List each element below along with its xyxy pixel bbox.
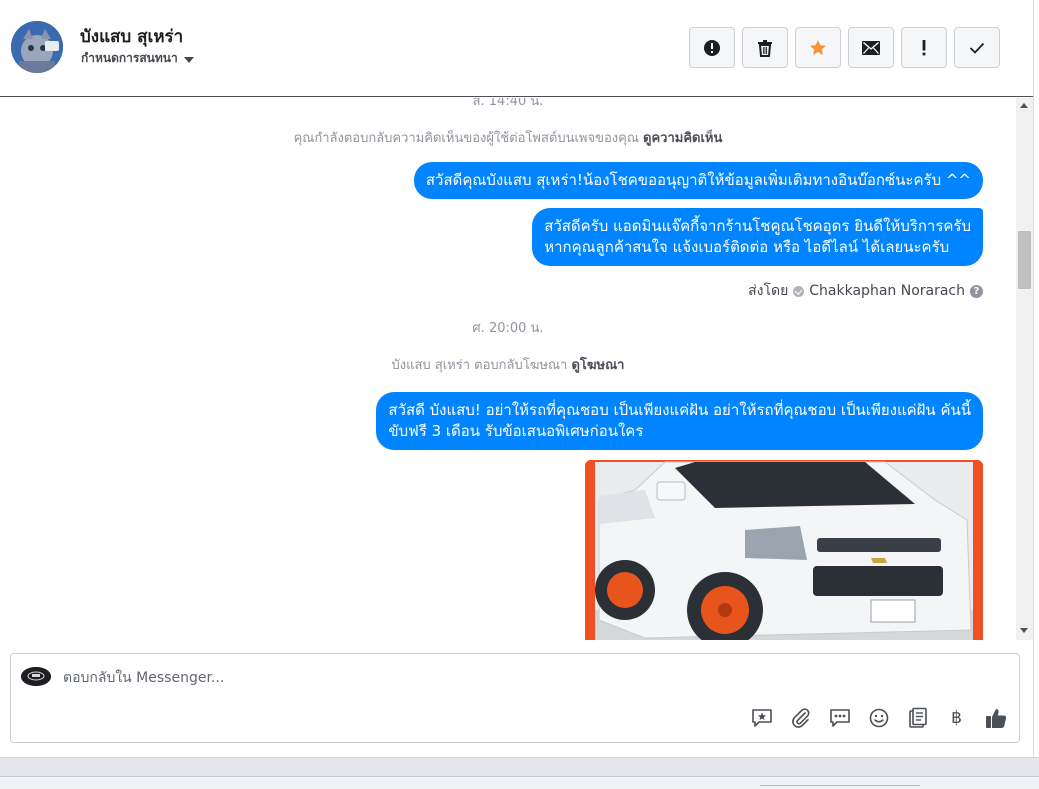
quick-reply-button[interactable] [825,706,854,730]
chat-star-icon [751,709,772,727]
sent-by-label: ส่งโดย [748,283,789,299]
inbox-window: บังแสบ สุเหร่า กำหนดการสนทนา ส. 14:40 น.… [0,0,1033,757]
assign-label: กำหนดการสนทนา [81,51,178,65]
scroll-down-icon[interactable] [1020,628,1028,633]
mark-spam-button[interactable] [689,27,735,68]
follow-up-button[interactable] [901,27,947,68]
taskbar-tab [760,785,920,789]
timestamp: ส. 14:40 น. [472,98,544,109]
ad-reply-notice: บังแสบ สุเหร่า ตอบกลับโฆษณา ดูโฆษณา [0,354,1016,375]
conversation-actions [689,27,1000,68]
view-ad-link[interactable]: ดูโฆษณา [571,358,624,373]
conversation-header: บังแสบ สุเหร่า กำหนดการสนทนา [0,0,1033,97]
sent-by-info: ส่งโดย Chakkaphan Norarach ? [748,280,983,302]
saved-reply-button[interactable] [747,706,776,730]
thumbs-up-icon [985,709,1006,728]
message-line: สวัสดีครับ แอดมินแจ๊คกี้จากร้านโชคูณโชคอ… [544,217,971,235]
contact-avatar[interactable] [11,21,63,73]
sender-name[interactable]: Chakkaphan Norarach [809,283,965,299]
timestamp: ศ. 20:00 น. [472,321,544,336]
message-bubble[interactable]: สวัสดีคุณบังแสบ สุเหร่า!น้องโชคขออนุญาติ… [413,162,983,199]
page-logo-icon [21,667,51,686]
trash-icon [758,39,772,57]
checkmark-icon [969,42,985,54]
exclamation-icon [922,39,926,55]
notice-text: บังแสบ สุเหร่า ตอบกลับโฆษณา [391,358,568,373]
browser-bottom-bar [0,757,1039,789]
thread-scrollbar[interactable] [1016,98,1033,640]
assign-conversation-dropdown[interactable]: กำหนดการสนทนา [81,49,194,68]
ad-image-attachment[interactable] [585,460,983,640]
message-bubble[interactable]: สวัสดี บังแสบ! อย่าให้รถที่คุณชอบ เป็นเพ… [376,392,983,450]
page-avatar [21,667,51,686]
help-icon[interactable]: ? [970,284,983,298]
reply-input[interactable] [63,666,963,690]
message-line: ขับฟรี 3 เดือน รับข้อเสนอพิเศษก่อนใคร [388,422,644,440]
avatar-picture-icon [11,21,63,73]
emoji-button[interactable] [864,706,893,730]
contact-name[interactable]: บังแสบ สุเหร่า [80,23,183,50]
mark-unread-button[interactable] [848,27,894,68]
chat-dots-icon [829,709,850,727]
payment-button[interactable]: ฿ [942,706,971,730]
comment-reply-notice: คุณกำลังตอบกลับความคิดเห็นของผู้ใช้ต่อโพ… [0,127,1016,148]
verified-check-icon [793,285,805,297]
alert-circle-icon [704,39,720,56]
composer-toolbar: ฿ [747,706,1010,730]
caret-down-icon [183,56,194,63]
paperclip-icon [791,708,809,728]
attach-button[interactable] [786,706,815,730]
message-bubble[interactable]: สวัสดีครับ แอดมินแจ๊คกี้จากร้านโชคูณโชคอ… [532,208,983,266]
view-comment-link[interactable]: ดูความคิดเห็น [643,131,722,146]
message-thread[interactable]: ส. 14:40 น. คุณกำลังตอบกลับความคิดเห็นขอ… [0,98,1016,640]
scroll-up-icon[interactable] [1020,103,1028,108]
message-line: หากคุณลูกค้าสนใจ แจ้งเบอร์ติดต่อ หรือ ไอ… [544,238,950,256]
star-icon [810,39,826,55]
star-button[interactable] [795,27,841,68]
delete-button[interactable] [742,27,788,68]
smiley-icon [869,708,888,728]
envelope-icon [862,40,880,55]
notes-icon [908,707,927,728]
message-line: สวัสดี บังแสบ! อย่าให้รถที่คุณชอบ เป็นเพ… [388,401,971,419]
baht-icon: ฿ [951,708,962,728]
like-button[interactable] [981,706,1010,730]
reply-composer: ฿ [10,653,1020,743]
pickup-truck-picture-icon [585,460,983,640]
notes-button[interactable] [903,706,932,730]
scroll-thumb[interactable] [1018,231,1031,289]
notice-text: คุณกำลังตอบกลับความคิดเห็นของผู้ใช้ต่อโพ… [293,131,639,146]
window-edge [1033,0,1039,757]
mark-done-button[interactable] [954,27,1000,68]
